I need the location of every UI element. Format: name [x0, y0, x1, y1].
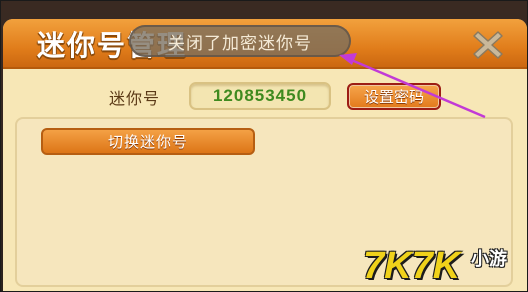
toast-message: 关闭了加密迷你号: [129, 25, 351, 57]
mini-id-label: 迷你号: [109, 89, 161, 108]
screenshot-frame: 迷你号管理 关闭了加密迷你号 迷你号 120853450 设置密码 切换迷你号 …: [0, 0, 528, 292]
watermark-brand: 7K7K: [363, 245, 461, 287]
set-password-button[interactable]: 设置密码: [347, 83, 441, 110]
close-x-icon: [473, 31, 503, 59]
switch-mini-id-button[interactable]: 切换迷你号: [41, 128, 255, 155]
close-button[interactable]: [469, 27, 507, 63]
watermark-suffix: 小游: [471, 249, 507, 270]
mini-id-value: 120853450: [189, 82, 331, 110]
